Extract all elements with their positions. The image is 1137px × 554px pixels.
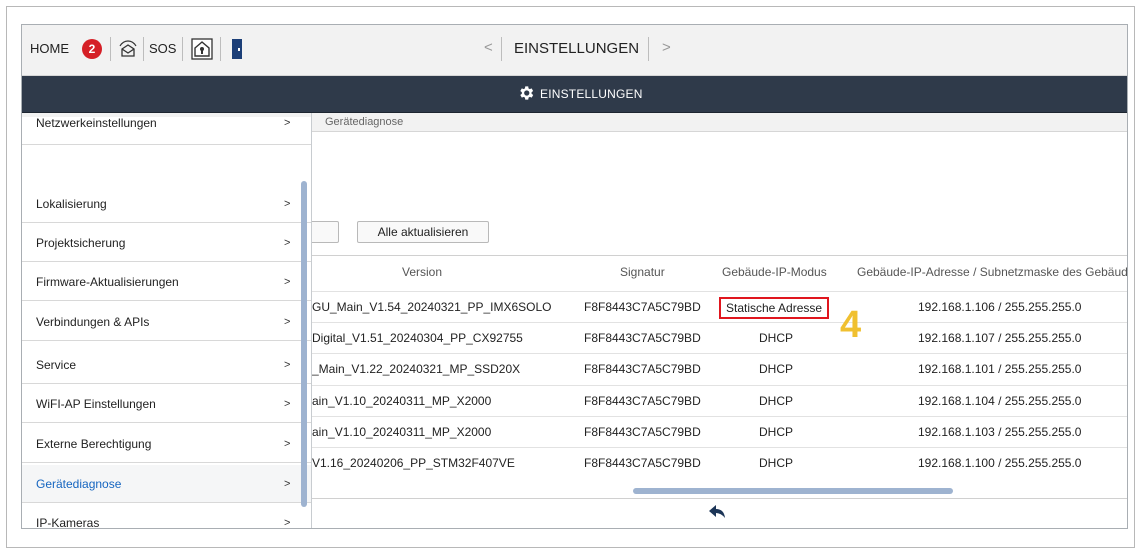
menu-item-lokalisierung[interactable]: Lokalisierung >: [22, 185, 311, 223]
cell-version: Digital_V1.51_20240304_PP_CX92755: [312, 331, 523, 345]
house-lock-icon[interactable]: [191, 38, 213, 60]
menu-item-ip-kameras[interactable]: IP-Kameras >: [22, 504, 311, 529]
menu-item-label: Service: [36, 358, 77, 372]
table-divider: [312, 255, 1127, 256]
divider: [110, 37, 111, 61]
cell-signature: F8F8443C7A5C79BD: [584, 362, 701, 376]
table-row[interactable]: Digital_V1.51_20240304_PP_CX92755 F8F844…: [312, 322, 1127, 353]
notification-badge[interactable]: 2: [82, 39, 102, 59]
menu-item-verbindungen[interactable]: Verbindungen & APIs >: [22, 303, 311, 341]
cell-version: GU_Main_V1.54_20240321_PP_IMX6SOLO: [312, 300, 552, 314]
chevron-right-icon: >: [284, 198, 291, 210]
cell-mode: DHCP: [759, 456, 794, 470]
menu-item-label: Firmware-Aktualisierungen: [36, 275, 179, 289]
prev-arrow[interactable]: <: [484, 39, 493, 56]
next-arrow[interactable]: >: [662, 39, 671, 56]
panel-header: Gerätediagnose: [312, 113, 1127, 132]
column-header-ip-address: Gebäude-IP-Adresse / Subnetzmaske des Ge…: [857, 265, 1128, 279]
cell-ip: 192.168.1.100 / 255.255.255.0: [918, 456, 1082, 470]
menu-scrollbar[interactable]: [301, 181, 307, 507]
menu-item-label: Netzwerkeinstellungen: [36, 116, 157, 130]
top-navigation-bar: HOME 2 SOS < EINSTELLUNGEN >: [22, 25, 1127, 76]
divider: [220, 37, 221, 61]
menu-item-externe-berechtigung[interactable]: Externe Berechtigung >: [22, 425, 311, 463]
update-all-button[interactable]: Alle aktualisieren: [357, 221, 489, 243]
cell-version: ain_V1.10_20240311_MP_X2000: [312, 425, 492, 439]
cell-mode: DHCP: [759, 331, 794, 345]
menu-item-firmware[interactable]: Firmware-Aktualisierungen >: [22, 263, 311, 301]
footer-divider: [312, 498, 1127, 499]
callout-number: 4: [840, 304, 862, 346]
divider: [501, 37, 502, 61]
chevron-right-icon: >: [284, 438, 291, 450]
cell-version: V1.16_20240206_PP_STM32F407VE: [312, 456, 515, 470]
column-header-signatur: Signatur: [620, 265, 665, 279]
cell-ip: 192.168.1.103 / 255.255.255.0: [918, 425, 1082, 439]
gear-icon: [520, 86, 534, 100]
menu-item-label: Externe Berechtigung: [36, 437, 152, 451]
table-row[interactable]: ain_V1.10_20240311_MP_X2000 F8F8443C7A5C…: [312, 416, 1127, 447]
sos-button[interactable]: SOS: [149, 41, 176, 56]
chevron-right-icon: >: [284, 478, 291, 490]
divider: [143, 37, 144, 61]
chevron-right-icon: >: [284, 276, 291, 288]
column-header-ip-mode: Gebäude-IP-Modus: [722, 265, 827, 279]
horizontal-scrollbar[interactable]: [633, 488, 953, 494]
chevron-right-icon: >: [284, 398, 291, 410]
chevron-right-icon: >: [284, 237, 291, 249]
header-title: EINSTELLUNGEN: [540, 87, 643, 101]
table-row[interactable]: _Main_V1.22_20240321_MP_SSD20X F8F8443C7…: [312, 353, 1127, 384]
column-header-version: Version: [402, 265, 443, 279]
menu-item-label: Verbindungen & APIs: [36, 315, 150, 329]
divider: [182, 37, 183, 61]
cell-signature: F8F8443C7A5C79BD: [584, 394, 701, 408]
cell-signature: F8F8443C7A5C79BD: [584, 300, 701, 314]
device-screen: HOME 2 SOS < EINSTELLUNGEN > EINSTELLUNG…: [21, 24, 1128, 529]
diagnostics-panel: Gerätediagnose Alle aktualisieren Versio…: [312, 113, 1128, 528]
table-row[interactable]: V1.16_20240206_PP_STM32F407VE F8F8443C7A…: [312, 447, 1127, 478]
cell-ip: 192.168.1.101 / 255.255.255.0: [918, 362, 1082, 376]
cell-signature: F8F8443C7A5C79BD: [584, 425, 701, 439]
cell-mode: DHCP: [759, 425, 794, 439]
menu-item-projektsicherung[interactable]: Projektsicherung >: [22, 224, 311, 262]
menu-item-label: Projektsicherung: [36, 236, 126, 250]
chevron-right-icon: >: [284, 117, 291, 129]
chevron-right-icon: >: [284, 359, 291, 371]
table-row[interactable]: GU_Main_V1.54_20240321_PP_IMX6SOLO F8F84…: [312, 291, 1127, 322]
table-row[interactable]: ain_V1.10_20240311_MP_X2000 F8F8443C7A5C…: [312, 385, 1127, 416]
cell-version: _Main_V1.22_20240321_MP_SSD20X: [312, 362, 521, 376]
menu-item-wifi-ap[interactable]: WiFI-AP Einstellungen >: [22, 385, 311, 423]
cell-mode: DHCP: [759, 394, 794, 408]
menu-item-netzwerkeinstellungen[interactable]: Netzwerkeinstellungen >: [22, 116, 311, 145]
menu-item-service[interactable]: Service >: [22, 346, 311, 384]
partial-button[interactable]: [312, 221, 339, 243]
cell-mode: Statische Adresse: [719, 292, 830, 319]
chevron-right-icon: >: [284, 517, 291, 529]
door-icon[interactable]: [231, 38, 243, 60]
cell-mode: DHCP: [759, 362, 794, 376]
divider: [648, 37, 649, 61]
cell-signature: F8F8443C7A5C79BD: [584, 456, 701, 470]
page-title: EINSTELLUNGEN: [514, 40, 640, 57]
menu-item-label: WiFI-AP Einstellungen: [36, 397, 156, 411]
menu-item-label: Lokalisierung: [36, 197, 107, 211]
cell-ip: 192.168.1.104 / 255.255.255.0: [918, 394, 1082, 408]
menu-item-label: IP-Kameras: [36, 516, 100, 529]
section-header: EINSTELLUNGEN: [22, 76, 1127, 113]
menu-item-geraetediagnose[interactable]: Gerätediagnose >: [22, 465, 311, 503]
settings-menu: Einstellungen Netzwerkeinstellungen > Lo…: [22, 113, 312, 529]
cell-version: ain_V1.10_20240311_MP_X2000: [312, 394, 492, 408]
menu-item-label: Gerätediagnose: [36, 477, 122, 491]
cell-ip: 192.168.1.107 / 255.255.255.0: [918, 331, 1082, 345]
highlighted-mode: Statische Adresse: [719, 297, 830, 319]
cell-signature: F8F8443C7A5C79BD: [584, 331, 701, 345]
chevron-right-icon: >: [284, 316, 291, 328]
home-button[interactable]: HOME: [30, 41, 69, 56]
back-arrow-icon[interactable]: [708, 504, 726, 520]
cell-ip: 192.168.1.106 / 255.255.255.0: [918, 300, 1082, 314]
envelope-broadcast-icon[interactable]: [118, 40, 138, 58]
